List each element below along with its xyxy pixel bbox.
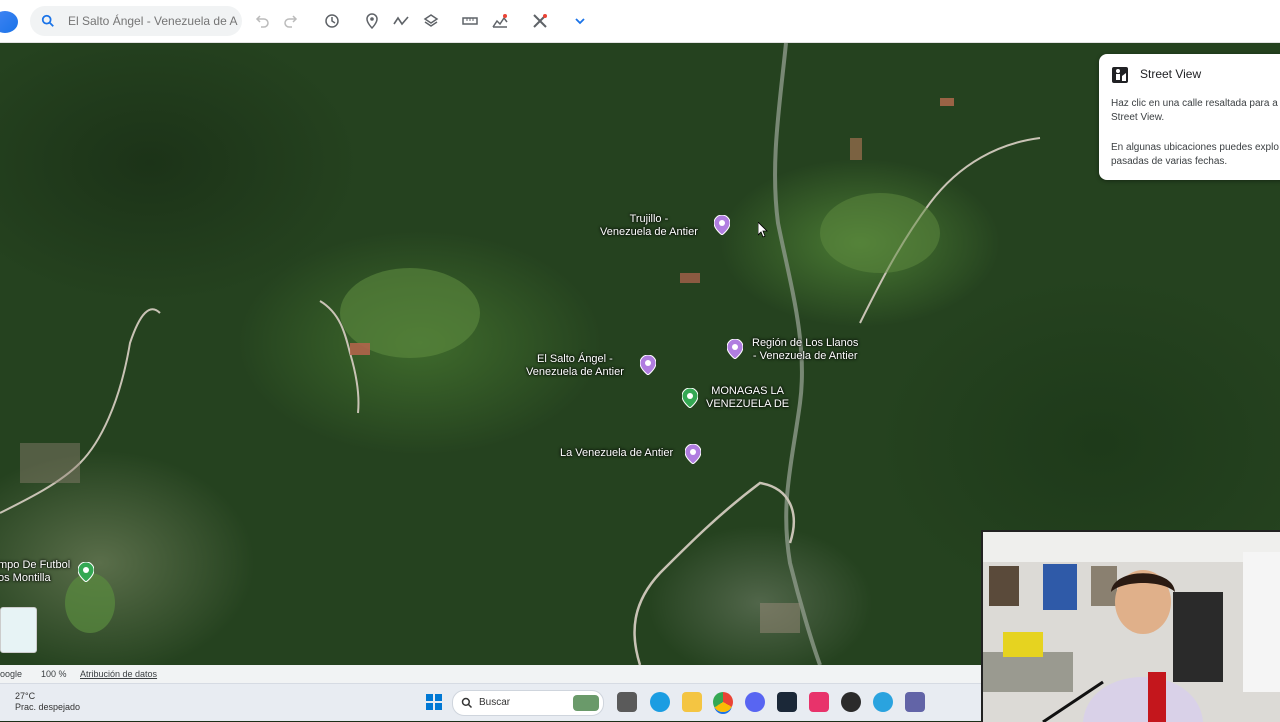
taskbar-search-icon: [461, 697, 473, 709]
weather-widget[interactable]: 27°C Prac. despejado: [15, 691, 80, 713]
place-label-trujillo[interactable]: Trujillo - Venezuela de Antier: [600, 213, 698, 239]
place-label-salto-angel[interactable]: El Salto Ángel - Venezuela de Antier: [526, 353, 624, 379]
tiktok-icon[interactable]: [809, 692, 829, 712]
street-view-dates-text: En algunas ubicaciones puedes explo pasa…: [1111, 142, 1279, 167]
pin-icon: [366, 13, 378, 29]
minimap-thumbnail[interactable]: [0, 607, 37, 653]
history-button[interactable]: [322, 11, 342, 31]
image-chart-icon: [492, 14, 508, 28]
tools-icon: [533, 14, 547, 28]
chrome-browser-icon[interactable]: [713, 692, 733, 712]
place-label-venezuela-antier[interactable]: La Venezuela de Antier: [560, 447, 673, 460]
place-pin-salto-angel[interactable]: [640, 355, 656, 375]
street-view-title: Street View: [1140, 67, 1202, 81]
layers-button[interactable]: [421, 11, 441, 31]
taskbar-search-label: Buscar: [479, 697, 511, 708]
place-pin-monagas[interactable]: [682, 388, 698, 408]
redo-icon: [284, 15, 298, 28]
windows-start-icon[interactable]: [424, 692, 444, 712]
top-toolbar: [0, 0, 1280, 43]
taskbar-search[interactable]: Buscar: [452, 690, 604, 716]
file-explorer-icon[interactable]: [682, 692, 702, 712]
zoom-level: 100 %: [41, 669, 67, 679]
place-pin-venezuela-antier[interactable]: [685, 444, 701, 464]
search-input[interactable]: [68, 12, 238, 30]
google-earth-logo[interactable]: [0, 11, 18, 33]
path-icon: [393, 16, 409, 26]
street-view-icon: [1112, 67, 1128, 83]
more-button[interactable]: [570, 11, 590, 31]
steam-icon[interactable]: [777, 692, 797, 712]
obs-icon[interactable]: [841, 692, 861, 712]
weather-temperature: 27°C: [15, 691, 36, 701]
redo-button[interactable]: [281, 11, 301, 31]
measure-button[interactable]: [460, 11, 480, 31]
history-icon: [325, 14, 339, 28]
ruler-icon: [462, 17, 478, 25]
data-attribution-link[interactable]: Atribución de datos: [80, 669, 157, 679]
teams-icon[interactable]: [905, 692, 925, 712]
telegram-icon[interactable]: [873, 692, 893, 712]
search-highlight-image: [573, 695, 599, 711]
webcam-overlay: [981, 530, 1280, 722]
place-pin-campo-futbol[interactable]: [78, 562, 94, 582]
add-placemark-button[interactable]: [362, 11, 382, 31]
image-overlay-button[interactable]: [490, 11, 510, 31]
add-path-button[interactable]: [391, 11, 411, 31]
task-view-icon[interactable]: [617, 692, 637, 712]
undo-button[interactable]: [252, 11, 272, 31]
place-pin-trujillo[interactable]: [714, 215, 730, 235]
chevron-down-icon: [575, 18, 585, 25]
place-label-campo-futbol[interactable]: mpo De Futbol os Montilla: [0, 559, 70, 585]
weather-condition: Prac. despejado: [15, 702, 81, 712]
place-label-region-llanos[interactable]: Región de Los Llanos - Venezuela de Antie…: [752, 337, 858, 363]
street-view-panel: Street View Haz clic en una calle resalt…: [1099, 54, 1280, 180]
search-box[interactable]: [30, 6, 242, 36]
edge-browser-icon[interactable]: [650, 692, 670, 712]
undo-icon: [255, 15, 269, 28]
place-pin-region-llanos[interactable]: [727, 339, 743, 359]
place-label-monagas[interactable]: MONAGAS LA VENEZUELA DE: [706, 385, 789, 411]
layers-icon: [423, 14, 439, 27]
mouse-cursor: [758, 222, 768, 238]
street-view-help-text: Haz clic en una calle resaltada para a S…: [1111, 98, 1278, 123]
discord-icon[interactable]: [745, 692, 765, 712]
webcam-image: [983, 532, 1280, 722]
search-icon: [41, 14, 54, 27]
tools-button[interactable]: [530, 11, 550, 31]
google-brand: oogle: [0, 669, 23, 679]
